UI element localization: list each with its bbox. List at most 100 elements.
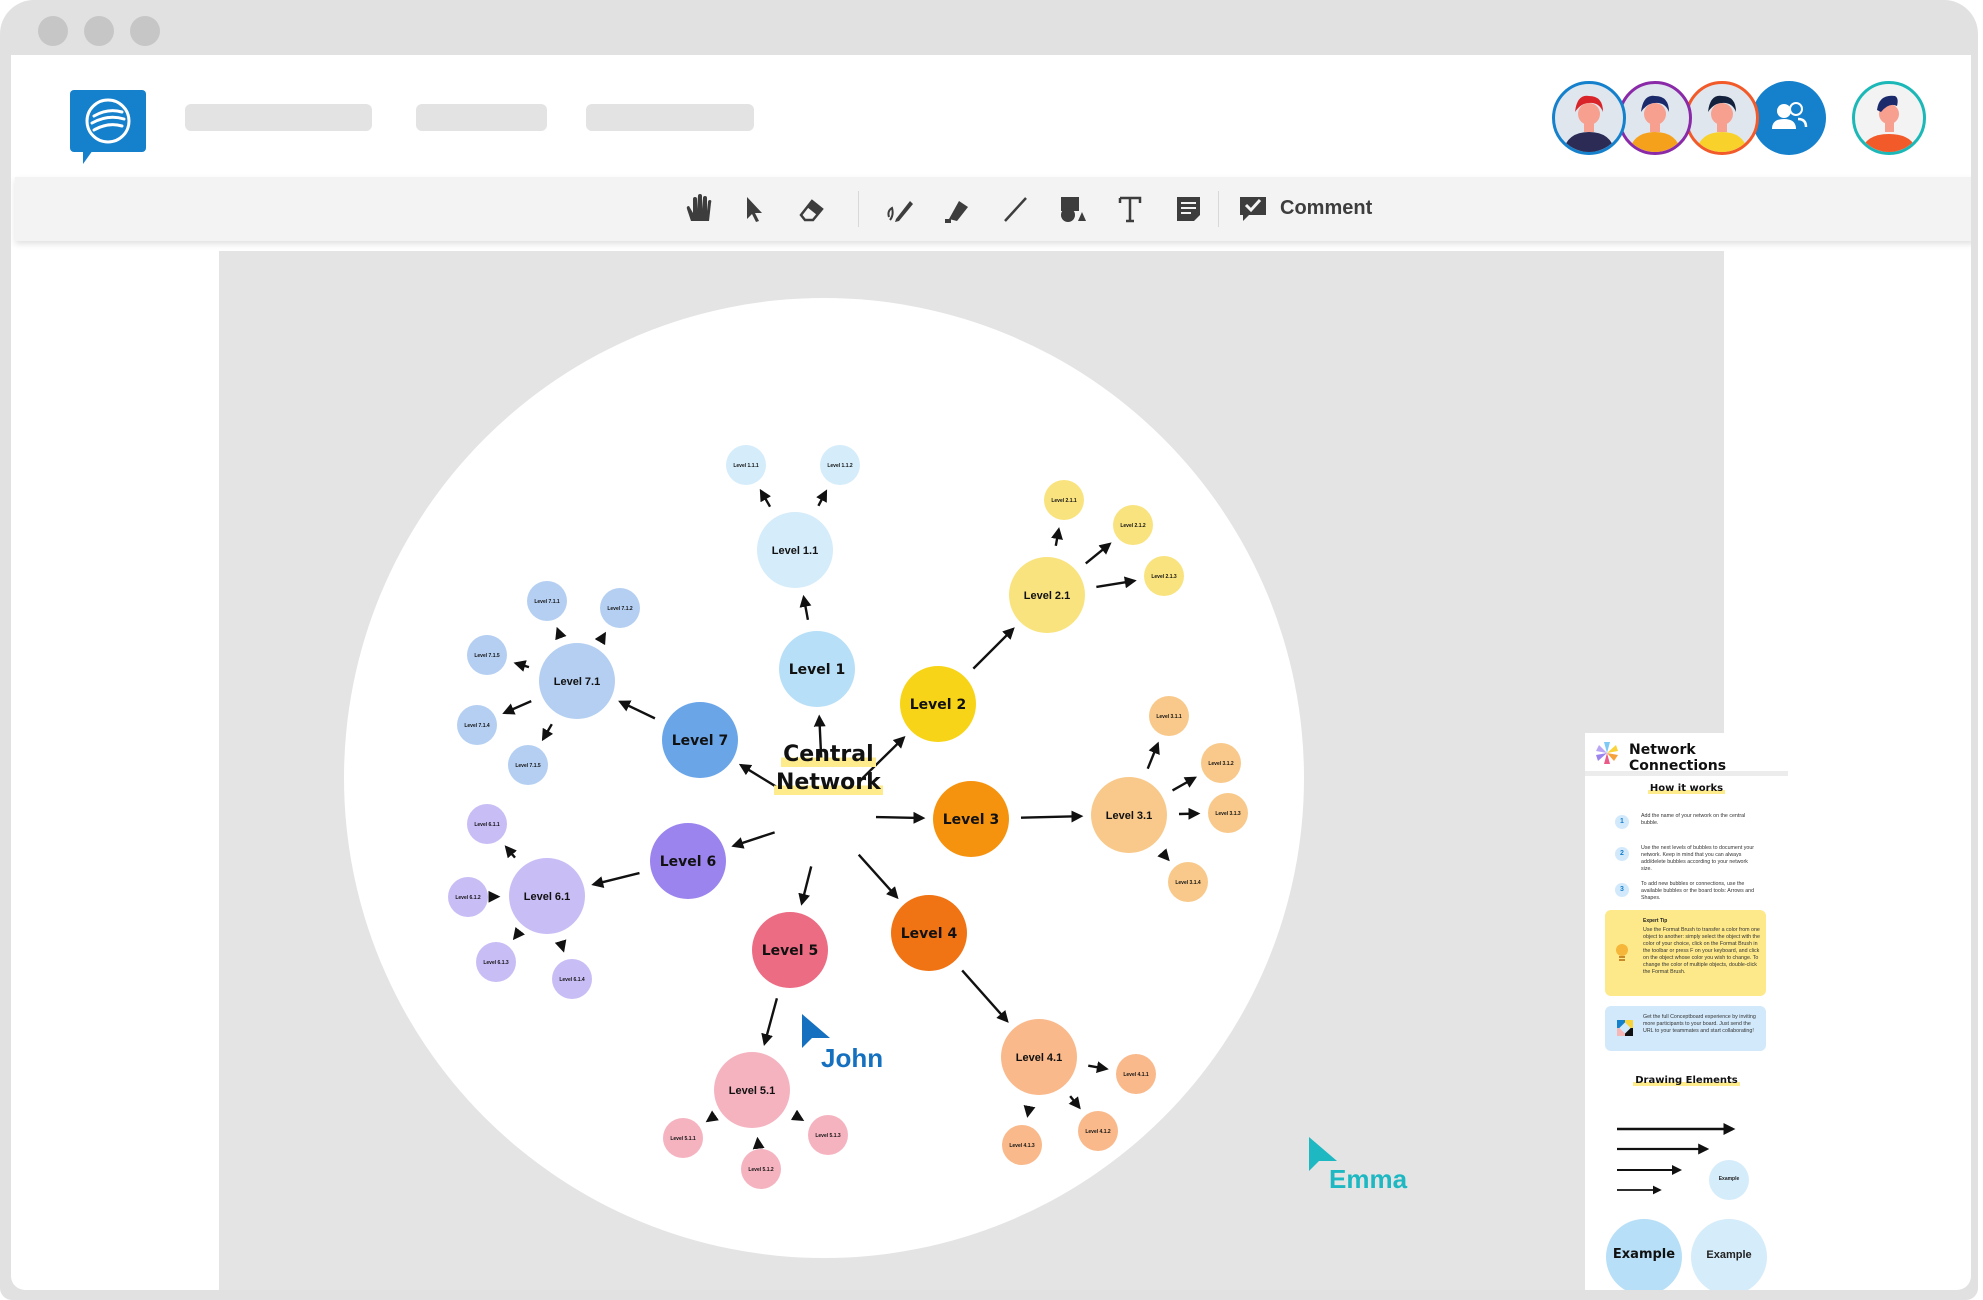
leaf-node[interactable]: Level 6.1.1 — [467, 804, 507, 844]
leaf-node-label: Level 6.1.4 — [559, 977, 585, 983]
sublevel-node-label: Level 5.1 — [729, 1085, 775, 1097]
sublevel-node[interactable]: Level 7.1 — [539, 643, 615, 719]
sublevel-node[interactable]: Level 5.1 — [714, 1052, 790, 1128]
leaf-node[interactable]: Level 7.1.1 — [527, 581, 567, 621]
leaf-node-label: Level 5.1.1 — [670, 1136, 696, 1142]
leaf-node[interactable]: Level 4.1.3 — [1002, 1125, 1042, 1165]
connector-arrow[interactable] — [512, 926, 525, 941]
level-node[interactable]: Level 7 — [662, 702, 738, 778]
leaf-node[interactable]: Level 6.1.4 — [552, 959, 592, 999]
level-node[interactable]: Level 3 — [933, 781, 1009, 857]
leaf-node-label: Level 7.1.2 — [607, 606, 633, 612]
leaf-node[interactable]: Level 4.1.1 — [1116, 1054, 1156, 1094]
collaborator-avatar[interactable] — [1552, 81, 1626, 155]
collaborator-avatar[interactable] — [1685, 81, 1759, 155]
leaf-node-label: Level 3.1.1 — [1156, 714, 1182, 720]
leaf-node[interactable]: Level 7.1.5 — [467, 635, 507, 675]
invite-text: Get the full Conceptboard experience by … — [1643, 1014, 1756, 1034]
leaf-node[interactable]: Level 2.1.2 — [1113, 505, 1153, 545]
leaf-node[interactable]: Level 2.1.3 — [1144, 556, 1184, 596]
leaf-node[interactable]: Level 5.1.2 — [741, 1149, 781, 1189]
participants-icon[interactable] — [1752, 81, 1826, 155]
leaf-node[interactable]: Level 7.1.4 — [457, 705, 497, 745]
central-label-line1: Central — [781, 742, 876, 767]
leaf-node-label: Level 4.1.1 — [1123, 1072, 1149, 1078]
logo-tail — [83, 150, 93, 164]
panel-title: Network Connections — [1629, 742, 1727, 774]
line-icon[interactable] — [995, 189, 1035, 229]
leaf-node[interactable]: Level 3.1.1 — [1149, 696, 1189, 736]
level-node[interactable]: Level 5 — [752, 912, 828, 988]
leaf-node[interactable]: Level 3.1.4 — [1168, 862, 1208, 902]
leaf-node-label: Level 7.1.4 — [464, 723, 490, 729]
window-minimize-dot[interactable] — [84, 16, 114, 46]
leaf-node[interactable]: Level 1.1.1 — [726, 445, 766, 485]
text-icon[interactable] — [1110, 189, 1150, 229]
instructions-panel[interactable]: Network Connections How it works 1 Add th… — [1585, 733, 1788, 1290]
drawing-elements-heading: Drawing Elements — [1633, 1075, 1740, 1086]
leaf-node-label: Level 6.1.2 — [455, 895, 481, 901]
sublevel-node[interactable]: Level 2.1 — [1009, 557, 1085, 633]
shapes-icon[interactable] — [1052, 189, 1092, 229]
level-node[interactable]: Level 2 — [900, 666, 976, 742]
sublevel-node[interactable]: Level 3.1 — [1091, 777, 1167, 853]
example-large-bold-label: Example — [1612, 1247, 1676, 1262]
comment-icon[interactable] — [1233, 189, 1273, 229]
leaf-node[interactable]: Level 5.1.3 — [808, 1115, 848, 1155]
hand-icon[interactable] — [677, 189, 717, 229]
window-maximize-dot[interactable] — [130, 16, 160, 46]
browser-window: Comment Level 1 Level 1.1 Level 1.1.1 Level… — [0, 0, 1978, 1300]
leaf-node[interactable]: Level 7.1.5 — [508, 745, 548, 785]
conceptboard-logo-icon[interactable] — [70, 90, 146, 152]
leaf-node[interactable]: Level 3.1.2 — [1201, 743, 1241, 783]
mind-map[interactable]: Level 1 Level 1.1 Level 1.1.1 Level 1.1.2 Le… — [219, 251, 1724, 1290]
level-node-label: Level 6 — [660, 854, 716, 870]
window-close-dot[interactable] — [38, 16, 68, 46]
how-it-works-heading: How it works — [1647, 783, 1726, 794]
leaf-node[interactable]: Level 5.1.1 — [663, 1118, 703, 1158]
pen-icon[interactable] — [880, 189, 920, 229]
current-user-avatar[interactable] — [1852, 81, 1926, 155]
expert-tip-text: Use the Format Brush to transfer a color… — [1643, 927, 1760, 975]
level-node-label: Level 1 — [789, 662, 845, 678]
level-node[interactable]: Level 1 — [779, 631, 855, 707]
nav-placeholder-2[interactable] — [416, 104, 547, 131]
connector-arrow[interactable] — [875, 811, 926, 824]
central-label-line2: Network — [774, 770, 883, 795]
leaf-node[interactable]: Level 6.1.3 — [476, 942, 516, 982]
expert-tip-title: Expert Tip — [1643, 918, 1668, 924]
leaf-node[interactable]: Level 2.1.1 — [1044, 480, 1084, 520]
leaf-node-label: Level 3.1.3 — [1215, 811, 1241, 817]
leaf-node-label: Level 3.1.4 — [1175, 880, 1201, 886]
leaf-node-label: Level 7.1.5 — [474, 653, 500, 659]
leaf-node[interactable]: Level 6.1.2 — [448, 877, 488, 917]
panel-header: Network Connections — [1585, 733, 1788, 776]
comment-button[interactable]: Comment — [1280, 197, 1372, 220]
level-node[interactable]: Level 6 — [650, 823, 726, 899]
level-node-label: Level 5 — [762, 943, 818, 959]
sublevel-node[interactable]: Level 4.1 — [1001, 1019, 1077, 1095]
sublevel-node[interactable]: Level 1.1 — [757, 512, 833, 588]
leaf-node[interactable]: Level 3.1.3 — [1208, 793, 1248, 833]
leaf-node-label: Level 2.1.1 — [1051, 498, 1077, 504]
level-node[interactable]: Level 4 — [891, 895, 967, 971]
pointer-icon[interactable] — [733, 189, 773, 229]
nav-placeholder-1[interactable] — [185, 104, 372, 131]
connector-arrow[interactable] — [1020, 810, 1084, 823]
cursor-label-emma: Emma — [1329, 1164, 1408, 1194]
sublevel-node[interactable]: Level 6.1 — [509, 858, 585, 934]
leaf-node[interactable]: Level 1.1.2 — [820, 445, 860, 485]
level-node-label: Level 3 — [943, 812, 999, 828]
leaf-node[interactable]: Level 7.1.2 — [600, 588, 640, 628]
leaf-node[interactable]: Level 4.1.2 — [1078, 1111, 1118, 1151]
central-network-node[interactable]: Central Network — [774, 741, 883, 797]
sublevel-node-label: Level 1.1 — [772, 545, 818, 557]
marker-icon[interactable] — [937, 189, 977, 229]
toolbar-divider — [1218, 191, 1219, 227]
eraser-icon[interactable] — [791, 189, 831, 229]
lightbulb-icon — [1616, 944, 1628, 961]
sticky-note-icon[interactable] — [1168, 189, 1208, 229]
nav-placeholder-3[interactable] — [586, 104, 754, 131]
collaborator-avatar[interactable] — [1618, 81, 1692, 155]
board-canvas[interactable]: Level 1 Level 1.1 Level 1.1.1 Level 1.1.2 Le… — [219, 251, 1788, 1290]
